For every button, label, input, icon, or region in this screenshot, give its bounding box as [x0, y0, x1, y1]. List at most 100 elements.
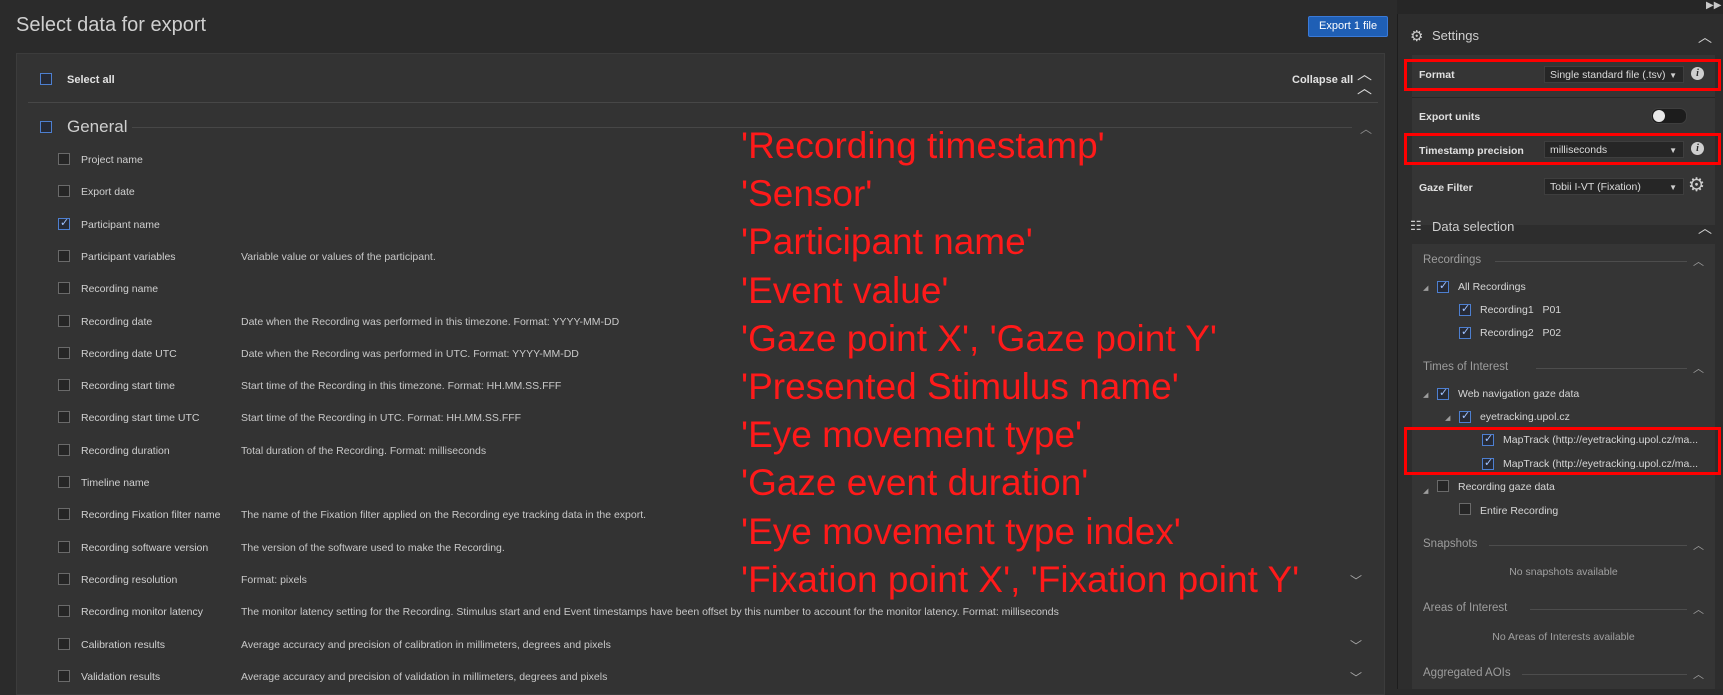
divider [1495, 261, 1687, 262]
row-label: Participant variables [81, 251, 176, 263]
divider [1536, 368, 1687, 369]
gaze-filter-value: Tobii I-VT (Fixation) [1550, 181, 1641, 193]
domain-label: eyetracking.upol.cz [1480, 411, 1570, 423]
row-label: Recording resolution [81, 574, 178, 586]
annotation-text: 'Fixation point X', 'Fixation point Y' [741, 559, 1300, 600]
aggregated-aois-header: Aggregated AOIs [1423, 667, 1511, 679]
divider [1489, 545, 1687, 546]
row-label: Calibration results [81, 639, 166, 651]
export-main-area: Select data for export Export 1 file Sel… [0, 0, 1397, 695]
row-label: Recording start time [81, 380, 175, 392]
tree-expand-icon[interactable]: ◢ [1423, 284, 1428, 292]
data-selection-collapse-chevron-icon[interactable]: ︿ [1698, 218, 1712, 238]
snapshots-header: Snapshots [1423, 538, 1478, 550]
export-units-toggle[interactable] [1651, 108, 1687, 124]
select-all-checkbox[interactable] [40, 73, 52, 85]
gaze-filter-dropdown[interactable]: Tobii I-VT (Fixation) ▼ [1544, 178, 1684, 195]
chevron-down-icon[interactable]: ﹀ [1350, 669, 1362, 686]
highlight-box-maptrack [1404, 427, 1721, 475]
tree-expand-icon[interactable]: ◢ [1423, 487, 1428, 495]
chevron-down-icon[interactable]: ﹀ [1350, 637, 1362, 654]
divider [1530, 609, 1687, 610]
row-label: Recording date [81, 316, 153, 328]
list-icon: ☷ [1410, 218, 1422, 233]
row-checkbox[interactable] [58, 315, 70, 327]
row-checkbox[interactable] [58, 153, 70, 165]
row-label: Project name [81, 154, 143, 166]
row-label: Timeline name [81, 477, 150, 489]
tree-expand-icon[interactable]: ◢ [1423, 391, 1428, 399]
row-description: Start time of the Recording in UTC. Form… [241, 412, 522, 424]
all-recordings-checkbox[interactable] [1437, 279, 1449, 293]
row-checkbox[interactable] [58, 476, 70, 488]
chevron-up-icon[interactable]: ︿ [1693, 360, 1704, 376]
chevron-down-icon[interactable]: ﹀ [1350, 572, 1362, 589]
recording1-checkbox[interactable] [1459, 302, 1471, 316]
collapse-all-button[interactable]: Collapse all [1292, 74, 1353, 86]
recording-gaze-label: Recording gaze data [1458, 481, 1555, 493]
annotation-text: 'Presented Stimulus name' [741, 366, 1179, 407]
page-title: Select data for export [16, 14, 207, 36]
annotation-text: 'Participant name' [741, 221, 1033, 262]
chevron-up-icon[interactable]: ︿ [1693, 666, 1704, 682]
row-description: Average accuracy and precision of valida… [241, 671, 608, 683]
double-chevron-up-icon[interactable]: ︿ ︿ [1357, 67, 1372, 96]
gaze-filter-label: Gaze Filter [1419, 182, 1473, 194]
chevron-up-icon[interactable]: ︿ [1693, 537, 1704, 553]
highlight-box-format [1404, 59, 1721, 91]
entire-recording-checkbox[interactable] [1459, 503, 1471, 515]
row-label: Recording name [81, 283, 159, 295]
row-checkbox[interactable] [58, 508, 70, 520]
row-label: Participant name [81, 219, 160, 231]
chevron-up-icon[interactable]: ︿ [1360, 120, 1372, 137]
aoi-header: Areas of Interest [1423, 602, 1508, 614]
tree-expand-icon[interactable]: ◢ [1445, 414, 1450, 422]
annotation-text: 'Sensor' [741, 173, 873, 214]
recording-gaze-checkbox[interactable] [1437, 480, 1449, 492]
chevron-up-icon[interactable]: ︿ [1693, 601, 1704, 617]
web-nav-checkbox[interactable] [1437, 386, 1449, 400]
row-checkbox[interactable] [58, 605, 70, 617]
annotation-text: 'Gaze event duration' [741, 462, 1089, 503]
row-label: Recording software version [81, 542, 209, 554]
divider [1412, 97, 1715, 98]
recording2-label: Recording2 P02 [1480, 327, 1562, 339]
row-checkbox[interactable] [58, 541, 70, 553]
row-label: Validation results [81, 671, 161, 683]
gear-icon: ⚙ [1410, 28, 1424, 45]
row-checkbox[interactable] [58, 444, 70, 456]
general-section-checkbox[interactable] [40, 121, 52, 133]
gear-icon[interactable]: ⚙ [1688, 176, 1705, 195]
row-checkbox[interactable] [58, 670, 70, 682]
expand-sidebar-icon[interactable]: ▶▶ [1706, 0, 1721, 11]
row-checkbox[interactable] [58, 185, 70, 197]
chevron-up-icon[interactable]: ︿ [1693, 253, 1704, 269]
recording2-checkbox[interactable] [1459, 325, 1471, 339]
domain-checkbox[interactable] [1459, 409, 1471, 423]
row-description: Date when the Recording was performed in… [241, 348, 579, 360]
row-description: Format: pixels [241, 574, 307, 586]
recordings-header: Recordings [1423, 254, 1482, 266]
row-checkbox[interactable] [58, 282, 70, 294]
row-checkbox[interactable] [58, 216, 70, 230]
settings-collapse-chevron-icon[interactable]: ︿ [1698, 27, 1712, 47]
row-checkbox[interactable] [58, 638, 70, 650]
highlight-box-timestamp [1404, 133, 1721, 165]
row-description: Average accuracy and precision of calibr… [241, 639, 611, 651]
web-nav-label: Web navigation gaze data [1458, 388, 1580, 400]
row-label: Recording Fixation filter name [81, 509, 221, 521]
row-checkbox[interactable] [58, 347, 70, 359]
row-checkbox[interactable] [58, 411, 70, 423]
annotation-text: 'Eye movement type' [741, 414, 1083, 455]
row-checkbox[interactable] [58, 250, 70, 262]
export-button[interactable]: Export 1 file [1308, 16, 1389, 37]
no-snapshots-text: No snapshots available [1509, 566, 1618, 578]
row-checkbox[interactable] [58, 573, 70, 585]
row-description: Date when the Recording was performed in… [241, 316, 620, 328]
row-checkbox[interactable] [58, 379, 70, 391]
row-description: Total duration of the Recording. Format:… [241, 445, 487, 457]
entire-recording-label: Entire Recording [1480, 505, 1559, 517]
no-aoi-text: No Areas of Interests available [1492, 631, 1635, 643]
row-description: The monitor latency setting for the Reco… [241, 606, 1059, 618]
row-description: The version of the software used to make… [241, 542, 505, 554]
